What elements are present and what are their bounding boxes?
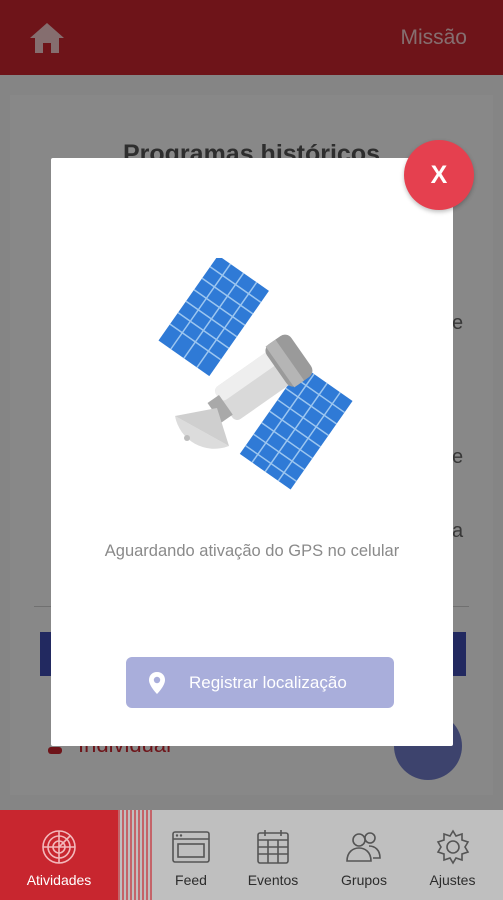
nav-label: Ajustes — [429, 872, 476, 888]
nav-item-eventos[interactable]: Eventos — [228, 810, 318, 900]
close-icon: X — [430, 160, 448, 189]
bottom-navigation: Atividades Feed Eventos Grupos Ajustes — [0, 810, 503, 900]
radar-icon — [42, 830, 76, 864]
nav-label: Atividades — [26, 872, 92, 888]
nav-label: Grupos — [341, 872, 387, 888]
nav-item-feed[interactable]: Feed — [154, 810, 228, 900]
gps-status-message: Aguardando ativação do GPS no celular — [104, 542, 400, 560]
nav-label: Eventos — [247, 872, 299, 888]
nav-active-indicator — [118, 810, 154, 900]
nav-label: Feed — [175, 872, 207, 888]
register-location-button[interactable]: Registrar localização — [126, 657, 394, 708]
location-pin-icon — [149, 671, 165, 694]
nav-item-ajustes[interactable]: Ajustes — [410, 810, 495, 900]
group-icon — [346, 832, 381, 862]
gear-icon — [436, 829, 469, 865]
calendar-icon — [257, 830, 289, 864]
browser-icon — [172, 831, 210, 863]
nav-item-grupos[interactable]: Grupos — [318, 810, 410, 900]
nav-item-atividades[interactable]: Atividades — [0, 810, 118, 900]
satellite-icon — [158, 258, 353, 490]
register-location-label: Registrar localização — [189, 672, 347, 692]
close-modal-button[interactable]: X — [404, 140, 474, 210]
gps-modal: Aguardando ativação do GPS no celular Re… — [51, 158, 453, 746]
